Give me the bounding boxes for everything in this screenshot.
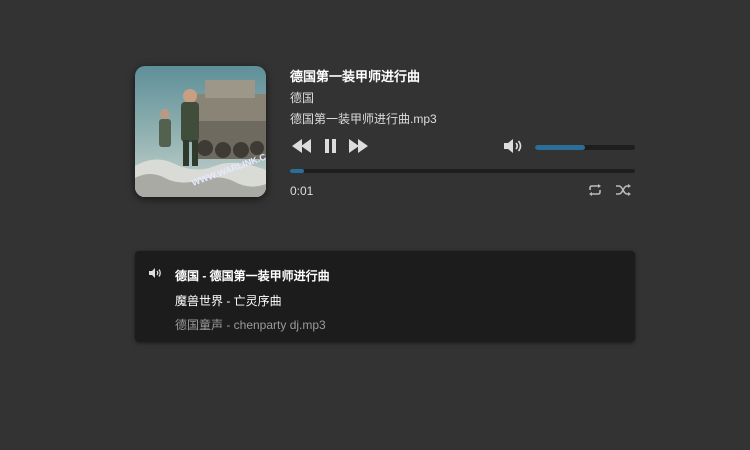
current-time: 0:01 (290, 184, 314, 198)
track-filename: 德国第一装甲师进行曲.mp3 (290, 112, 437, 126)
playlist: 德国 - 德国第一装甲师进行曲 魔兽世界 - 亡灵序曲 德国童声 - chenp… (135, 251, 635, 342)
playlist-item[interactable]: 德国童声 - chenparty dj.mp3 (175, 316, 326, 333)
album-cover-image: WWW.WARLINK.COM (135, 66, 266, 197)
playlist-item[interactable]: 魔兽世界 - 亡灵序曲 (175, 292, 282, 309)
shuffle-button[interactable] (616, 184, 632, 196)
pause-button[interactable] (324, 139, 338, 153)
volume-icon (504, 139, 522, 153)
previous-button[interactable] (292, 139, 312, 153)
volume-slider[interactable] (535, 145, 635, 150)
playlist-item-playing[interactable]: 德国 - 德国第一装甲师进行曲 (175, 267, 330, 284)
shuffle-icon (616, 184, 631, 196)
mute-button[interactable] (504, 139, 524, 153)
rewind-icon (292, 139, 311, 153)
repeat-button[interactable] (588, 184, 602, 196)
track-artist: 德国 (290, 91, 315, 105)
track-title: 德国第一装甲师进行曲 (290, 69, 421, 84)
pause-icon (325, 139, 336, 153)
seek-bar-fill (290, 169, 304, 173)
now-playing-icon (149, 268, 163, 278)
fast-forward-icon (349, 139, 368, 153)
album-cover: WWW.WARLINK.COM (135, 66, 266, 197)
music-player-page: WWW.WARLINK.COM 德国第一装甲师进行曲 德国 德国第一装甲师进行曲… (0, 0, 750, 450)
seek-bar[interactable] (290, 169, 635, 173)
next-button[interactable] (349, 139, 369, 153)
repeat-icon (589, 184, 601, 196)
volume-slider-fill (535, 145, 585, 150)
